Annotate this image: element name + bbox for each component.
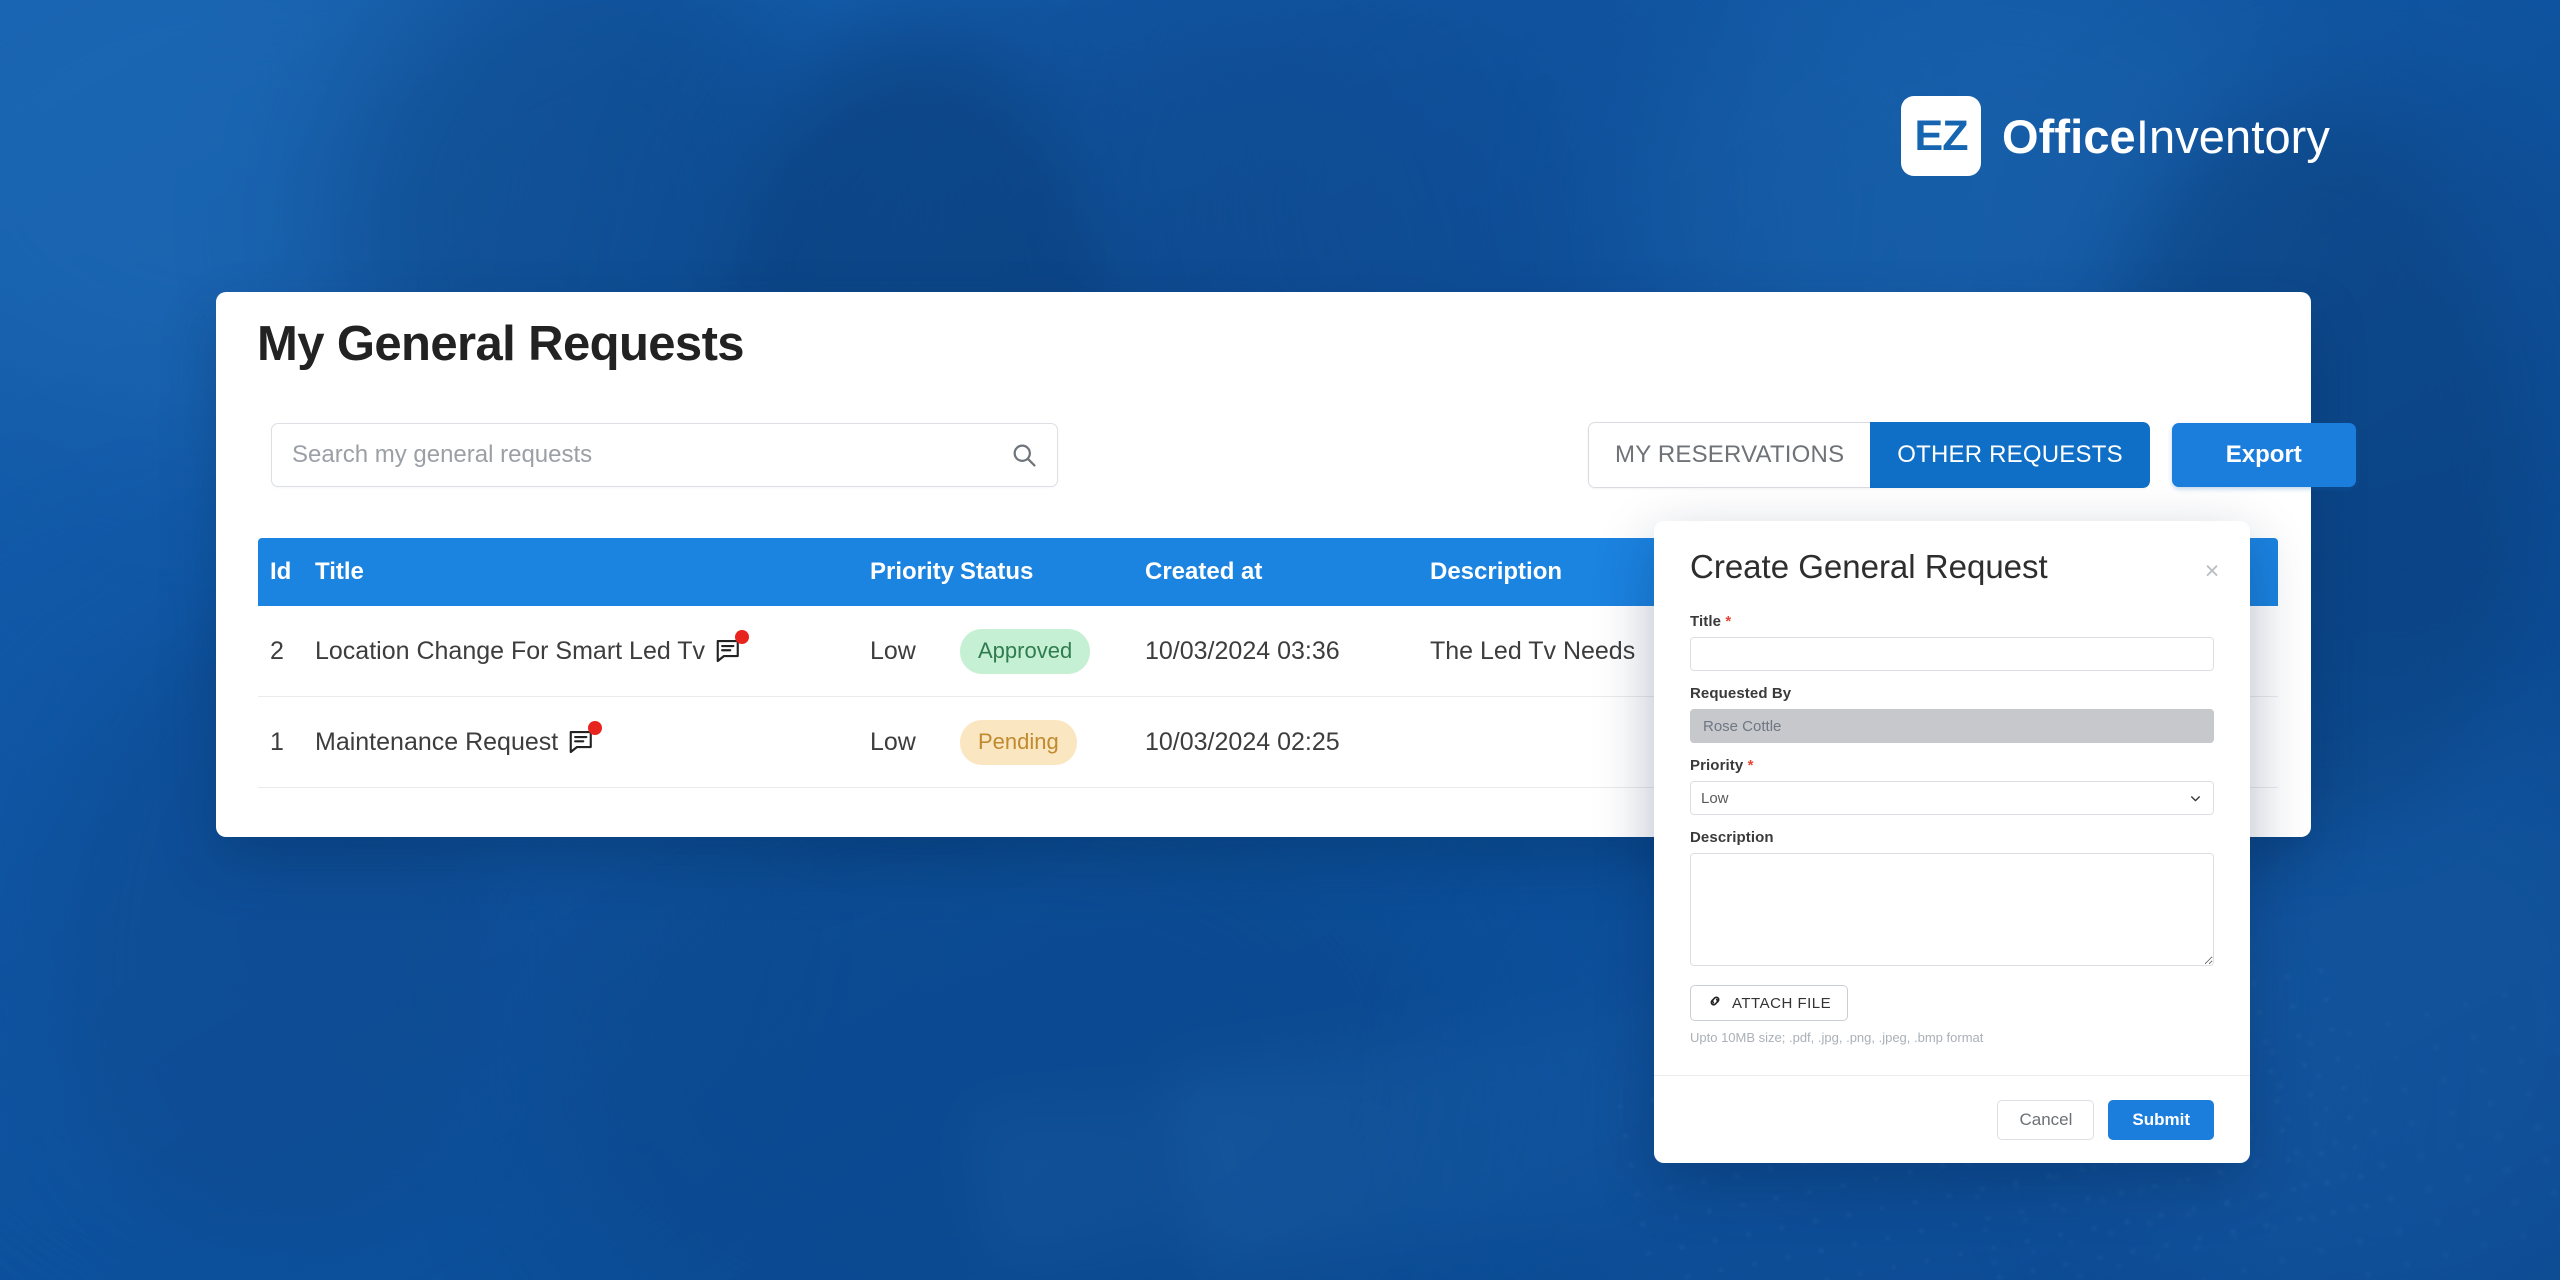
attach-file-label: ATTACH FILE [1732, 994, 1832, 1012]
requested-by-input [1690, 709, 2214, 743]
field-title-label: Title * [1690, 613, 2214, 630]
field-priority: Priority * LowMediumHigh [1654, 757, 2250, 815]
attach-file-button[interactable]: ATTACH FILE [1690, 985, 1849, 1021]
field-requested-by: Requested By [1654, 685, 2250, 743]
tab-my-reservations[interactable]: MY RESERVATIONS [1588, 422, 1871, 488]
cell-id: 1 [270, 727, 284, 756]
column-header-priority[interactable]: Priority [870, 558, 960, 586]
cell-title-text: Maintenance Request [315, 727, 559, 756]
cancel-button[interactable]: Cancel [1997, 1099, 2095, 1140]
status-badge: Approved [960, 628, 1091, 674]
cell-created-at: 10/03/2024 02:25 [1145, 727, 1340, 756]
cell-id: 2 [270, 636, 284, 665]
field-title: Title * [1654, 613, 2250, 671]
search-input[interactable] [272, 441, 991, 469]
modal-title: Create General Request [1690, 548, 2048, 585]
title-input[interactable] [1690, 637, 2214, 671]
column-header-created-at[interactable]: Created at [1145, 558, 1430, 586]
unread-dot-icon [735, 630, 750, 644]
cell-title: Location Change For Smart Led Tv [315, 630, 870, 666]
note-badge-icon[interactable] [714, 630, 750, 666]
cell-status: Pending [960, 719, 1145, 765]
brand-name-rest: Inventory [2135, 109, 2331, 163]
attach-file-hint: Upto 10MB size; .pdf, .jpg, .png, .jpeg,… [1690, 1030, 1984, 1045]
cell-priority: Low [870, 727, 916, 756]
brand-logo: EZ OfficeInventory [1901, 96, 2330, 176]
cell-priority: Low [870, 636, 916, 665]
field-description-label: Description [1690, 829, 1774, 846]
field-priority-label: Priority * [1690, 757, 2214, 774]
link-icon [1707, 993, 1723, 1013]
close-icon[interactable]: × [2198, 557, 2226, 585]
field-requested-by-label: Requested By [1690, 685, 1792, 702]
search-icon[interactable] [991, 425, 1057, 485]
status-badge: Pending [960, 719, 1077, 765]
priority-select-wrap: LowMediumHigh [1690, 781, 2214, 815]
create-general-request-modal: Create General Request × Title * Request… [1654, 521, 2250, 1163]
brand-name: OfficeInventory [2002, 109, 2330, 164]
search-box [271, 423, 1058, 487]
tab-other-requests[interactable]: OTHER REQUESTS [1870, 422, 2150, 488]
brand-name-bold: Office [2002, 109, 2136, 163]
column-header-id[interactable]: Id [258, 558, 315, 586]
note-badge-icon[interactable] [567, 721, 603, 757]
cell-created-at: 10/03/2024 03:36 [1145, 636, 1340, 665]
field-description: Description [1654, 829, 2250, 971]
modal-footer: Cancel Submit [1654, 1075, 2250, 1163]
cell-title: Maintenance Request [315, 721, 870, 757]
ez-logo-text: EZ [1914, 111, 1969, 160]
unread-dot-icon [588, 721, 603, 735]
table-actions: MY RESERVATIONS OTHER REQUESTS Export [1588, 422, 2356, 488]
priority-select[interactable]: LowMediumHigh [1690, 781, 2214, 815]
ez-logo-badge: EZ [1901, 96, 1981, 176]
page-title: My General Requests [257, 317, 745, 371]
export-button[interactable]: Export [2171, 423, 2356, 487]
field-priority-label-text: Priority [1690, 757, 1744, 774]
column-header-status[interactable]: Status [960, 558, 1145, 586]
cell-status: Approved [960, 628, 1145, 674]
attach-file-group: ATTACH FILE Upto 10MB size; .pdf, .jpg, … [1654, 985, 2250, 1045]
required-marker: * [1725, 613, 1732, 630]
view-toggle-group: MY RESERVATIONS OTHER REQUESTS [1588, 422, 2150, 488]
cell-title-text: Location Change For Smart Led Tv [315, 636, 706, 665]
required-marker: * [1747, 757, 1754, 774]
column-header-title[interactable]: Title [315, 558, 870, 586]
description-textarea[interactable] [1690, 853, 2214, 966]
field-title-label-text: Title [1690, 613, 1722, 630]
submit-button[interactable]: Submit [2108, 1099, 2214, 1140]
modal-header: Create General Request × [1654, 521, 2250, 613]
